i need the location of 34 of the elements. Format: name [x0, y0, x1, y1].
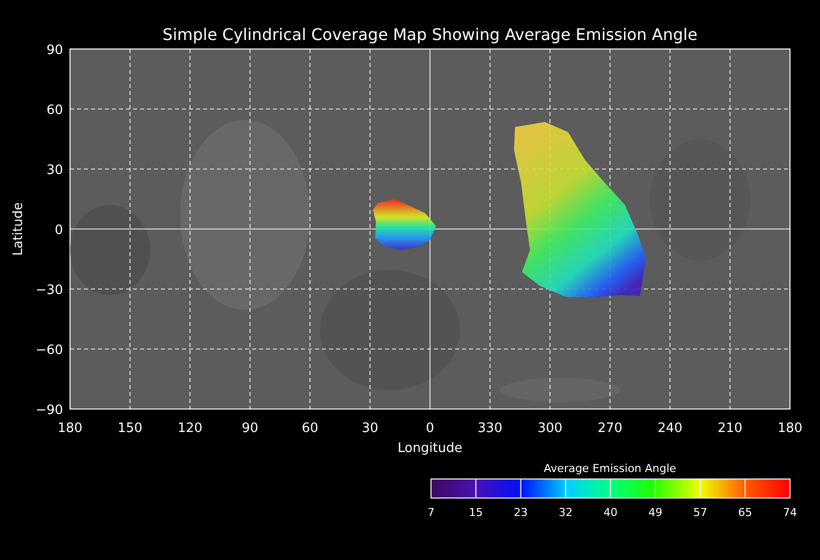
coverage-patch: [373, 199, 436, 250]
latitude-tick-label: 0: [54, 223, 63, 238]
latitude-tick-label: 30: [46, 163, 63, 178]
chart-title: Simple Cylindrical Coverage Map Showing Average Emission Angle: [162, 25, 698, 44]
y-axis-label: Latitude: [11, 202, 26, 256]
x-axis-label: Longitude: [398, 441, 462, 456]
latitude-tick-label: 60: [46, 103, 63, 118]
longitude-tick-label: 150: [118, 421, 142, 436]
longitude-tick-label: 240: [658, 421, 682, 436]
colorbar-tick-label: 49: [648, 506, 662, 519]
colorbar-tick-label: 40: [604, 506, 618, 519]
longitude-tick-label: 30: [362, 421, 378, 436]
longitude-tick-label: 180: [58, 421, 82, 436]
longitude-tick-label: 210: [718, 421, 742, 436]
latitude-tick-label: −60: [36, 343, 63, 358]
colorbar-tick-label: 7: [428, 506, 434, 519]
longitude-tick-label: 0: [426, 421, 434, 436]
colorbar-tick-label: 15: [468, 506, 483, 519]
longitude-tick-label: 90: [242, 421, 258, 436]
longitude-tick-label: 330: [478, 421, 502, 436]
longitude-tick-label: 300: [538, 421, 562, 436]
longitude-tick-label: 60: [302, 421, 318, 436]
latitude-tick-label: −30: [36, 283, 63, 298]
colorbar-title: Average Emission Angle: [544, 462, 676, 475]
latitude-tick-label: −90: [36, 403, 63, 418]
colorbar-tick-label: 57: [693, 506, 708, 519]
longitude-tick-label: 270: [598, 421, 622, 436]
longitude-tick-label: 180: [778, 421, 802, 436]
colorbar-tick-label: 23: [514, 506, 528, 519]
colorbar-tick-label: 74: [783, 506, 797, 519]
longitude-tick-label: 120: [178, 421, 202, 436]
latitude-tick-label: 90: [46, 43, 63, 58]
colorbar-tick-label: 65: [738, 506, 752, 519]
colorbar-tick-label: 32: [558, 506, 573, 519]
